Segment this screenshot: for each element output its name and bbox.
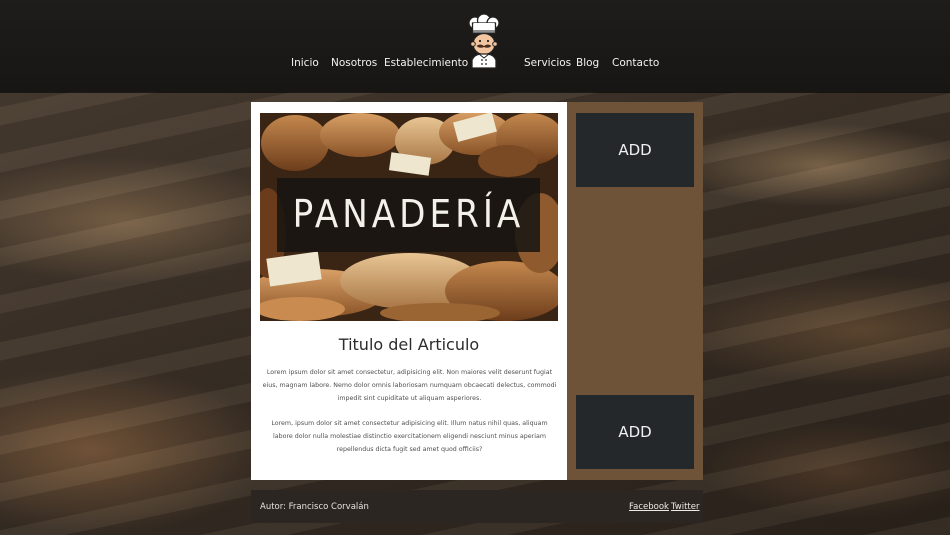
- nav-item-inicio[interactable]: Inicio: [291, 57, 319, 69]
- footer-author: Autor: Francisco Corvalán: [260, 502, 369, 512]
- chef-icon[interactable]: [466, 13, 502, 70]
- twitter-link[interactable]: Twitter: [671, 502, 700, 512]
- site-footer: Autor: Francisco Corvalán Facebook Twitt…: [251, 490, 703, 523]
- hero-image: PANADERÍA: [260, 113, 558, 321]
- article-paragraph-1: Lorem ipsum dolor sit amet consectetur, …: [262, 369, 557, 402]
- nav-item-servicios[interactable]: Servicios: [524, 57, 571, 69]
- sidebar-ad-top[interactable]: ADD: [576, 113, 694, 187]
- site-header: Inicio Nosotros Establecimiento Servicio…: [0, 0, 950, 92]
- article-paragraph-2: Lorem, ipsum dolor sit amet consectetur …: [271, 420, 548, 453]
- hero-title-band: PANADERÍA: [277, 178, 540, 252]
- nav-item-nosotros[interactable]: Nosotros: [331, 57, 377, 69]
- hero-title: PANADERÍA: [292, 192, 525, 236]
- content-wrapper: PANADERÍA Titulo del Articulo Lorem ipsu…: [251, 102, 703, 480]
- nav-item-establecimiento[interactable]: Establecimiento: [384, 57, 468, 69]
- sidebar-ad-bottom[interactable]: ADD: [576, 395, 694, 469]
- article-card: PANADERÍA Titulo del Articulo Lorem ipsu…: [251, 102, 567, 480]
- nav-item-blog[interactable]: Blog: [576, 57, 599, 69]
- facebook-link[interactable]: Facebook: [629, 502, 669, 512]
- nav-item-contacto[interactable]: Contacto: [612, 57, 659, 69]
- article-title: Titulo del Articulo: [338, 335, 480, 354]
